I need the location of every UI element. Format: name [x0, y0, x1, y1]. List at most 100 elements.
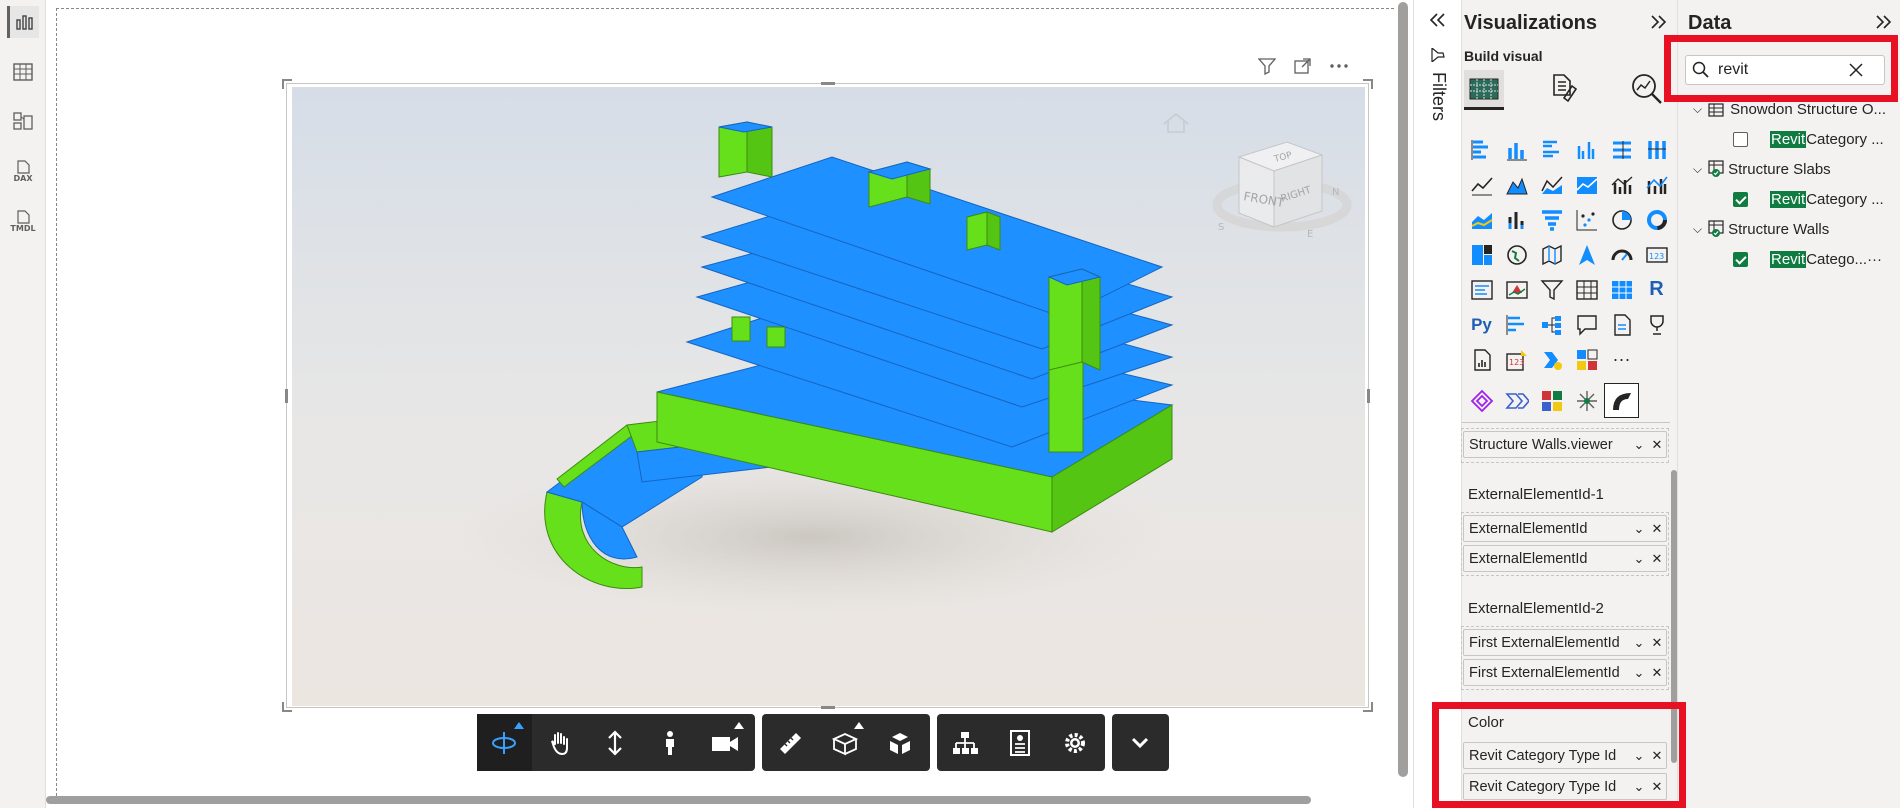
resize-handle[interactable] — [1367, 389, 1370, 403]
expand-filters-icon[interactable] — [1428, 10, 1448, 35]
line-and-clustered-column-icon[interactable] — [1604, 167, 1639, 202]
power-apps-icon[interactable]: 123 — [1499, 342, 1534, 377]
stacked-area-chart-icon[interactable] — [1534, 167, 1569, 202]
more-visuals-icon[interactable]: ··· — [1604, 342, 1639, 377]
field-pill[interactable]: ExternalElementId ⌄ ✕ — [1463, 545, 1667, 572]
field-pill[interactable]: ExternalElementId ⌄ ✕ — [1463, 515, 1667, 542]
field-checkbox[interactable] — [1733, 252, 1748, 267]
waterfall-chart-icon[interactable] — [1464, 202, 1499, 237]
card-icon[interactable]: 123 — [1639, 237, 1674, 272]
table-row-structure-walls[interactable]: ⌵ Structure Walls — [1693, 220, 1829, 238]
clustered-column-chart-icon[interactable] — [1569, 132, 1604, 167]
collapse-chevron-icon[interactable] — [1112, 714, 1167, 771]
focus-mode-icon[interactable] — [1292, 55, 1314, 77]
dax-query-view-icon[interactable]: DAX — [7, 155, 39, 187]
azure-map-icon[interactable] — [1569, 237, 1604, 272]
field-checkbox[interactable] — [1733, 132, 1748, 147]
stacked-column-chart-icon[interactable] — [1499, 132, 1534, 167]
vertical-scrollbar[interactable] — [1398, 2, 1408, 777]
column-chart-icon[interactable] — [1499, 202, 1534, 237]
resize-handle[interactable] — [282, 702, 292, 712]
chevron-down-icon[interactable]: ⌵ — [1693, 162, 1702, 177]
treemap-icon[interactable] — [1464, 237, 1499, 272]
camera-icon[interactable] — [697, 714, 752, 771]
matrix-icon[interactable] — [1604, 272, 1639, 307]
custom-visual-a-icon[interactable] — [1464, 383, 1499, 418]
pie-chart-icon[interactable] — [1604, 202, 1639, 237]
chevron-down-icon[interactable]: ⌄ — [1630, 521, 1648, 537]
chevron-down-icon[interactable]: ⌄ — [1630, 551, 1648, 567]
chevron-down-icon[interactable]: ⌄ — [1630, 665, 1648, 681]
table-row-snowdon[interactable]: ⌵ Snowdon Structure O... — [1693, 101, 1886, 118]
field-more-options-icon[interactable]: ··· — [1867, 251, 1882, 268]
line-chart-icon[interactable] — [1464, 167, 1499, 202]
field-checkbox[interactable] — [1733, 192, 1748, 207]
model-browser-icon[interactable] — [937, 714, 992, 771]
power-automate-icon[interactable] — [1534, 342, 1569, 377]
chevron-down-icon[interactable]: ⌄ — [1630, 635, 1648, 651]
area-chart-icon[interactable] — [1499, 167, 1534, 202]
table-row-structure-slabs[interactable]: ⌵ Structure Slabs — [1693, 160, 1831, 178]
resize-handle[interactable] — [821, 82, 835, 85]
field-pill[interactable]: First ExternalElementId ⌄ ✕ — [1463, 629, 1667, 656]
report-view-icon[interactable] — [7, 6, 39, 38]
format-visual-icon[interactable] — [1548, 72, 1578, 111]
table-icon[interactable] — [1569, 272, 1604, 307]
build-visual-tab[interactable] — [1464, 70, 1504, 110]
resize-handle[interactable] — [282, 79, 292, 89]
3d-viewer-visual[interactable]: TOP FRONT RIGHT N S E — [282, 79, 1373, 771]
100-stacked-column-icon[interactable] — [1639, 132, 1674, 167]
metrics-icon[interactable] — [1639, 307, 1674, 342]
multi-row-card-icon[interactable] — [1464, 272, 1499, 307]
analytics-icon[interactable] — [1630, 72, 1664, 111]
decomposition-tree-icon[interactable] — [1534, 307, 1569, 342]
filled-map-icon[interactable] — [1534, 237, 1569, 272]
smart-narrative-icon[interactable] — [1604, 307, 1639, 342]
remove-field-icon[interactable]: ✕ — [1648, 437, 1666, 453]
100-stacked-bar-icon[interactable] — [1604, 132, 1639, 167]
collapse-data-icon[interactable] — [1873, 12, 1893, 37]
resize-handle[interactable] — [285, 389, 288, 403]
custom-visual-icon[interactable] — [1569, 342, 1604, 377]
chevron-down-icon[interactable]: ⌵ — [1693, 102, 1702, 117]
orbit-icon[interactable] — [477, 714, 532, 771]
qa-icon[interactable] — [1569, 307, 1604, 342]
map-icon[interactable] — [1499, 237, 1534, 272]
explode-icon[interactable] — [872, 714, 927, 771]
filters-label[interactable]: Filters — [1428, 72, 1449, 121]
remove-field-icon[interactable]: ✕ — [1648, 551, 1666, 567]
line-and-stacked-column-icon[interactable] — [1569, 167, 1604, 202]
properties-icon[interactable] — [992, 714, 1047, 771]
section-icon[interactable] — [817, 714, 872, 771]
scatter-chart-icon[interactable] — [1569, 202, 1604, 237]
custom-visual-b-icon[interactable] — [1499, 383, 1534, 418]
3d-model-viewport[interactable]: TOP FRONT RIGHT N S E — [292, 87, 1365, 706]
measure-icon[interactable] — [762, 714, 817, 771]
horizontal-scrollbar[interactable] — [46, 796, 1311, 804]
remove-field-icon[interactable]: ✕ — [1648, 521, 1666, 537]
kpi-icon[interactable] — [1499, 272, 1534, 307]
first-person-icon[interactable] — [642, 714, 697, 771]
key-influencers-icon[interactable] — [1499, 307, 1534, 342]
stacked-bar-chart-icon[interactable] — [1464, 132, 1499, 167]
remove-field-icon[interactable]: ✕ — [1648, 665, 1666, 681]
field-row[interactable]: Revit Category ... — [1733, 131, 1884, 148]
ribbon-chart-icon[interactable] — [1639, 167, 1674, 202]
remove-field-icon[interactable]: ✕ — [1648, 635, 1666, 651]
field-pill[interactable]: Structure Walls.viewer ⌄ ✕ — [1463, 431, 1667, 458]
donut-chart-icon[interactable] — [1639, 202, 1674, 237]
tmdl-view-icon[interactable]: TMDL — [7, 205, 39, 237]
dolly-icon[interactable] — [587, 714, 642, 771]
filter-icon[interactable] — [1256, 55, 1278, 77]
chevron-down-icon[interactable]: ⌄ — [1630, 437, 1648, 453]
r-script-visual-icon[interactable]: R — [1639, 272, 1674, 307]
collapse-visualizations-icon[interactable] — [1648, 12, 1668, 37]
custom-visual-d-icon[interactable] — [1569, 383, 1604, 418]
field-row[interactable]: Revit Category ... — [1733, 191, 1884, 208]
settings-icon[interactable] — [1047, 714, 1102, 771]
pan-icon[interactable] — [532, 714, 587, 771]
table-view-icon[interactable] — [7, 56, 39, 88]
slicer-icon[interactable] — [1534, 272, 1569, 307]
3d-viewer-visual-icon[interactable] — [1604, 383, 1639, 418]
field-pill[interactable]: First ExternalElementId ⌄ ✕ — [1463, 659, 1667, 686]
